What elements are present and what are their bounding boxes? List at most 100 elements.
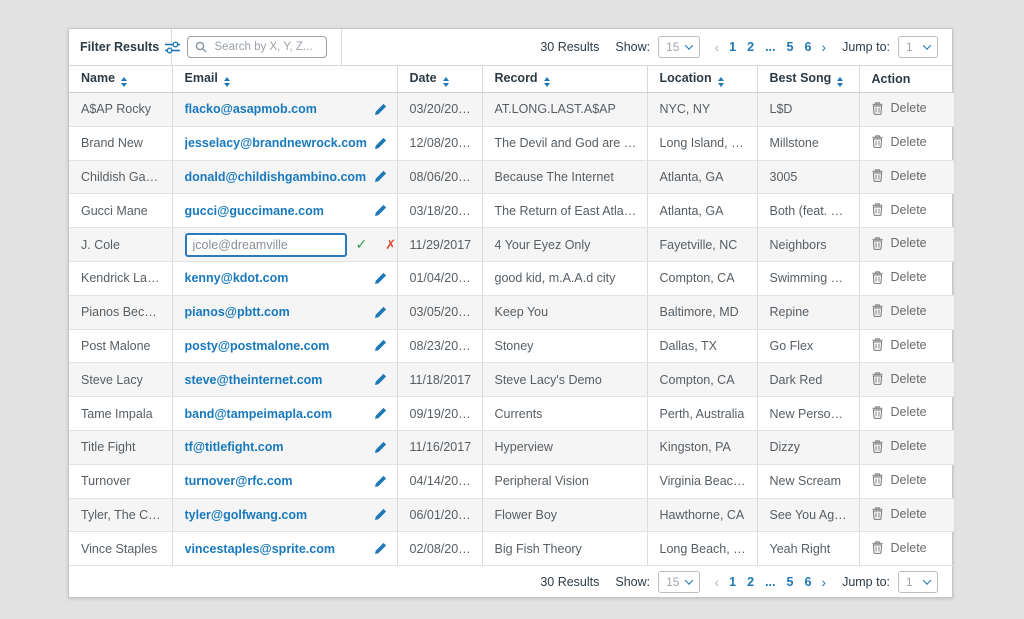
sort-icon[interactable]: [121, 77, 128, 87]
show-select[interactable]: 15: [658, 570, 701, 593]
page-prev-button[interactable]: ‹: [714, 574, 719, 590]
page-link-2[interactable]: 2: [747, 40, 754, 54]
column-header-date[interactable]: Date: [397, 66, 483, 93]
table-row: Brand New jesselacy@brandnewrock.com 12/08…: [69, 126, 954, 161]
page-link-5[interactable]: 5: [786, 575, 793, 589]
page-link-1[interactable]: 1: [729, 40, 736, 54]
jump-to-select[interactable]: 1: [898, 570, 938, 593]
show-select[interactable]: 15: [658, 36, 701, 58]
sort-icon[interactable]: [717, 77, 724, 87]
email-link[interactable]: band@tampeimapla.com: [185, 407, 333, 421]
delete-button[interactable]: Delete: [871, 405, 927, 420]
trash-icon: [871, 101, 883, 115]
delete-button[interactable]: Delete: [871, 439, 927, 453]
search-box[interactable]: [186, 36, 327, 58]
sort-icon[interactable]: [543, 77, 550, 87]
column-header-email[interactable]: Email: [172, 66, 398, 93]
delete-button[interactable]: Delete: [871, 236, 927, 251]
edit-button[interactable]: [374, 204, 387, 217]
edit-button[interactable]: [374, 170, 387, 183]
email-link[interactable]: tyler@golfwang.com: [185, 508, 308, 522]
email-link[interactable]: jesselacy@brandnewrock.com: [185, 136, 367, 150]
delete-button[interactable]: Delete: [871, 473, 927, 487]
cancel-edit-button[interactable]: ✗: [385, 237, 396, 253]
page-link-1[interactable]: 1: [729, 575, 736, 589]
column-header-location[interactable]: Location: [647, 66, 758, 93]
record-cell: Stoney: [482, 329, 648, 364]
edit-button[interactable]: [374, 407, 387, 420]
best-song-cell: Go Flex: [757, 329, 860, 364]
confirm-edit-button[interactable]: ✓: [356, 236, 368, 253]
date-cell: 02/08/2017: [397, 531, 483, 567]
action-cell: Delete: [859, 227, 954, 262]
page-link-6[interactable]: 6: [804, 575, 811, 589]
edit-button[interactable]: [374, 272, 387, 285]
page-prev-button[interactable]: ‹: [714, 39, 719, 55]
edit-button[interactable]: [374, 441, 387, 454]
page-link-2[interactable]: 2: [747, 575, 754, 589]
delete-button[interactable]: Delete: [871, 541, 927, 555]
page-link-5[interactable]: 5: [786, 40, 793, 54]
delete-label: Delete: [890, 236, 927, 251]
page-links: 1 2... 5 6: [729, 40, 811, 54]
delete-button[interactable]: Delete: [871, 304, 927, 318]
jump-to-select[interactable]: 1: [898, 36, 938, 58]
email-link[interactable]: gucci@guccimane.com: [185, 204, 324, 218]
delete-button[interactable]: Delete: [871, 372, 927, 386]
email-link[interactable]: pianos@pbtt.com: [185, 305, 290, 319]
email-link[interactable]: flacko@asapmob.com: [185, 102, 317, 116]
edit-button[interactable]: [374, 103, 387, 116]
record-cell: Flower Boy: [482, 498, 648, 533]
delete-button[interactable]: Delete: [871, 101, 927, 116]
results-card: Filter Results Search by X, Y, Z... 30 R…: [68, 28, 954, 599]
table-footer: 30 Results Show: 15 ‹ 1 2... 5 6 › Jump to: 1: [69, 566, 952, 597]
sort-icon[interactable]: [837, 77, 844, 87]
edit-button[interactable]: [374, 137, 387, 150]
email-link[interactable]: tf@titlefight.com: [185, 440, 284, 454]
column-header-record[interactable]: Record: [482, 66, 648, 93]
email-link[interactable]: vincestaples@sprite.com: [185, 542, 335, 556]
email-link[interactable]: donald@childishgambino.com: [185, 170, 367, 184]
name-cell: J. Cole: [69, 227, 173, 262]
edit-button[interactable]: [374, 339, 387, 352]
column-header-best-song[interactable]: Best Song: [757, 66, 860, 93]
delete-button[interactable]: Delete: [871, 507, 927, 521]
trash-icon: [871, 135, 883, 149]
delete-label: Delete: [890, 101, 927, 116]
delete-label: Delete: [890, 405, 927, 420]
email-link[interactable]: turnover@rfc.com: [185, 474, 293, 488]
page-ellipsis[interactable]: ...: [765, 40, 775, 54]
email-link[interactable]: steve@theinternet.com: [185, 373, 323, 387]
filter-results-button[interactable]: Filter Results: [69, 29, 181, 65]
sort-icon[interactable]: [442, 77, 449, 87]
delete-button[interactable]: Delete: [871, 169, 927, 183]
sort-icon[interactable]: [223, 77, 230, 87]
email-link[interactable]: kenny@kdot.com: [185, 271, 289, 285]
page-next-button[interactable]: ›: [821, 39, 826, 55]
column-header-action: Action: [859, 66, 954, 93]
page-ellipsis[interactable]: ...: [765, 575, 775, 589]
search-input[interactable]: [212, 40, 319, 54]
edit-button[interactable]: [374, 508, 387, 521]
page-link-6[interactable]: 6: [804, 40, 811, 54]
page-next-button[interactable]: ›: [821, 574, 826, 590]
column-header-name[interactable]: Name: [69, 66, 173, 93]
edit-button[interactable]: [374, 306, 387, 319]
name-cell: Brand New: [69, 126, 173, 161]
email-cell: posty@postmalone.com: [172, 329, 398, 364]
show-label: Show:: [615, 574, 651, 589]
email-link[interactable]: posty@postmalone.com: [185, 339, 330, 353]
edit-button[interactable]: [374, 542, 387, 555]
table-header-row: Name Email Date Record Location Best Song Acti…: [69, 66, 954, 93]
edit-button[interactable]: [374, 475, 387, 488]
delete-button[interactable]: Delete: [871, 203, 927, 217]
table-row: Vince Staples vincestaples@sprite.com 02/0…: [69, 531, 954, 567]
best-song-cell: Millstone: [757, 126, 860, 161]
name-cell: Post Malone: [69, 329, 173, 364]
delete-button[interactable]: Delete: [871, 338, 927, 352]
email-edit-input[interactable]: [184, 232, 347, 257]
edit-button[interactable]: [374, 373, 387, 386]
delete-button[interactable]: Delete: [871, 135, 927, 149]
delete-button[interactable]: Delete: [871, 270, 927, 284]
filter-results-label: Filter Results: [80, 40, 160, 54]
